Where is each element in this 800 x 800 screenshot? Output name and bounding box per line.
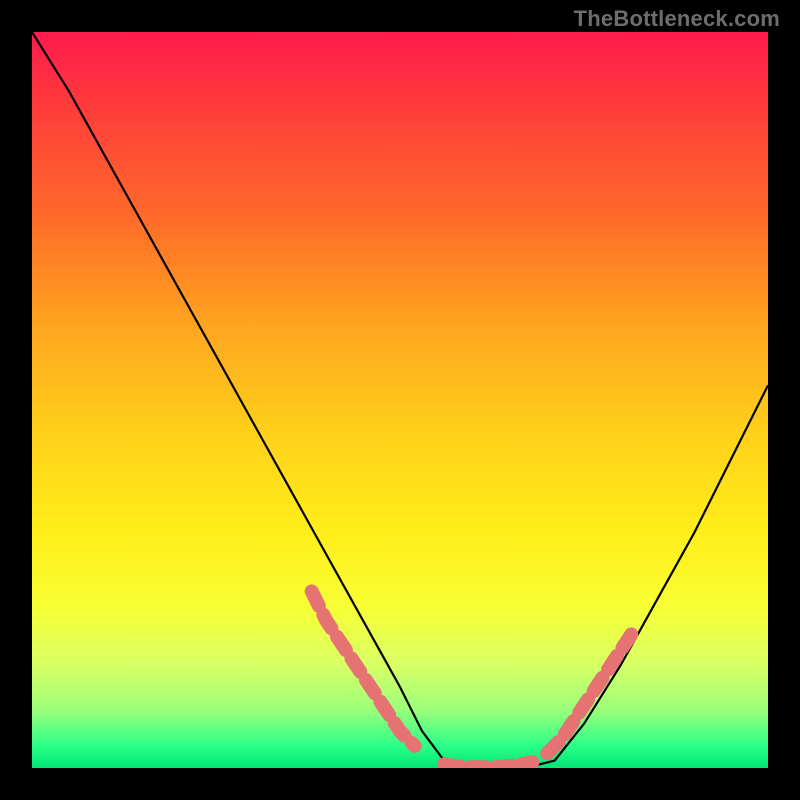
plot-area <box>32 32 768 768</box>
watermark-text: TheBottleneck.com <box>574 6 780 32</box>
bottleneck-curve-svg <box>32 32 768 768</box>
bottleneck-curve <box>32 32 768 768</box>
highlight-segment <box>444 762 532 767</box>
chart-frame: TheBottleneck.com <box>0 0 800 800</box>
highlight-segment <box>547 628 635 753</box>
highlight-segment <box>312 591 415 746</box>
